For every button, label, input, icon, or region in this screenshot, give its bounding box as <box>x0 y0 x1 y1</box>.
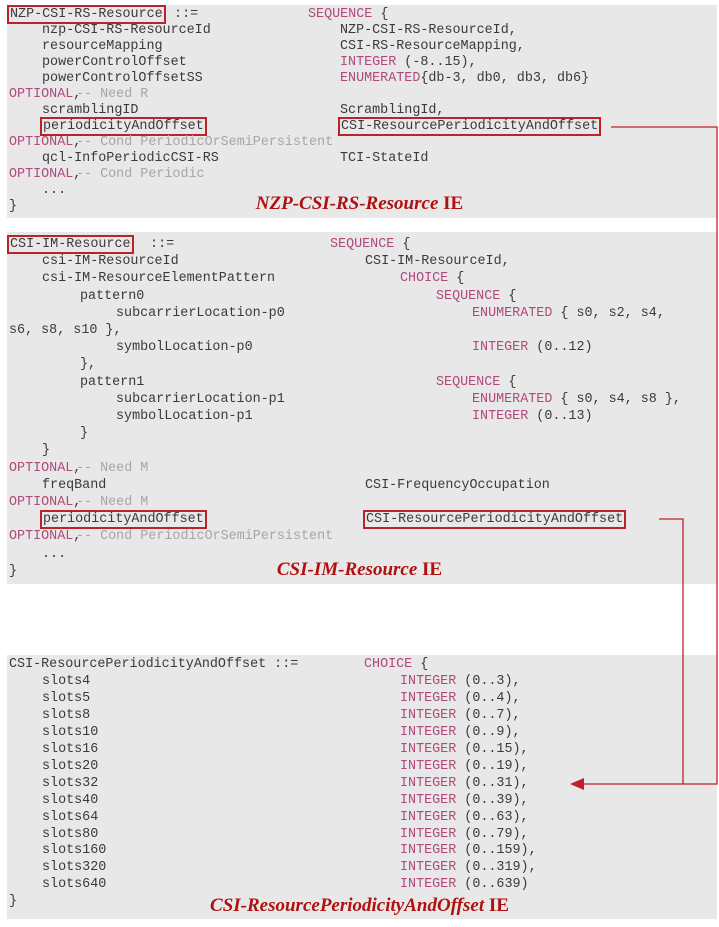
arrowhead-icon <box>570 778 584 790</box>
connector-nzp <box>582 126 718 785</box>
connector-csi-im <box>659 518 684 784</box>
reference-connectors <box>570 126 718 790</box>
